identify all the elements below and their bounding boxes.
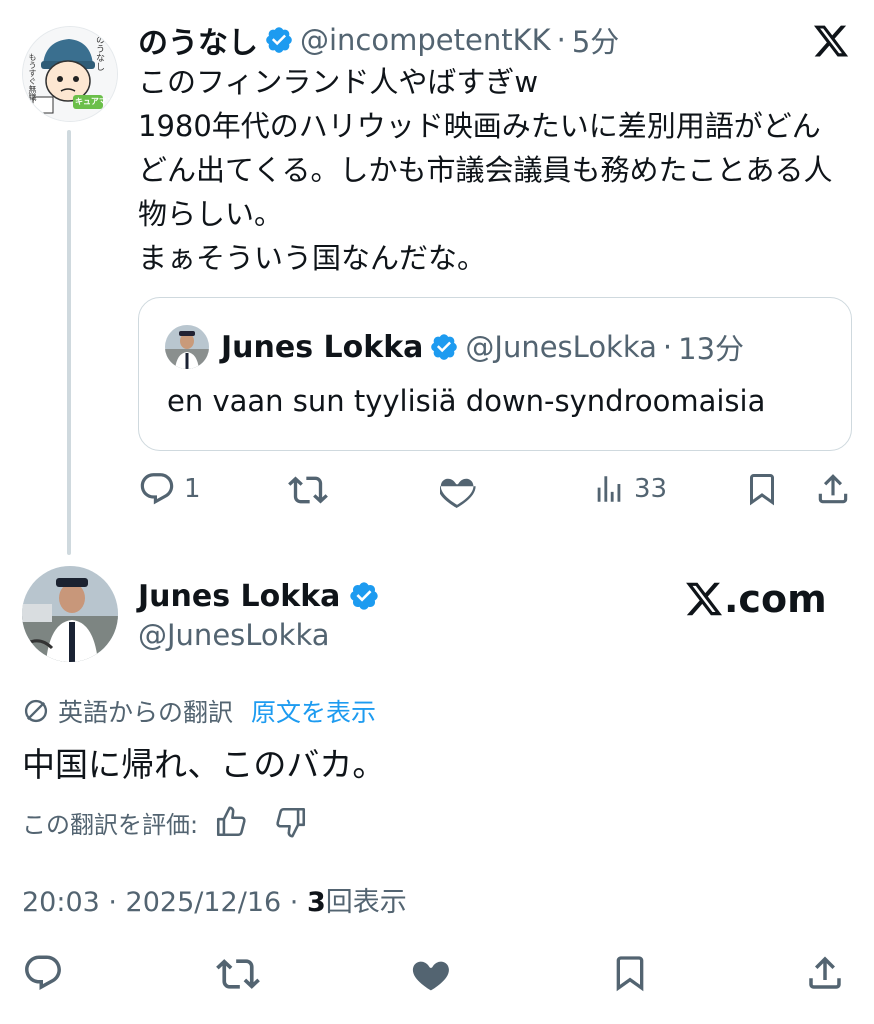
rate-translation: この翻訳を評価: <box>22 804 308 840</box>
main-like-button[interactable] <box>412 952 454 994</box>
quoted-tweet-text: en vaan sun tyylisiä down-syndroomaisia <box>167 384 766 418</box>
share-button[interactable] <box>814 470 852 508</box>
quoted-tweet-header: Junes Lokka @JunesLokka · 13分 <box>221 326 744 368</box>
main-author-handle[interactable]: @JunesLokka <box>138 618 330 652</box>
share-icon <box>809 956 841 989</box>
translation-label: 英語からの翻訳 <box>58 698 234 727</box>
author-handle[interactable]: @incompetentKK <box>300 23 551 57</box>
quoted-avatar-photo <box>165 325 209 369</box>
author-avatar[interactable]: のうなし もうすぐ無職 キュアマン <box>22 26 118 122</box>
reply-icon <box>140 473 174 505</box>
author-name[interactable]: のうなし <box>138 18 258 62</box>
retweet-button[interactable] <box>288 470 328 510</box>
reply-button[interactable]: 1 <box>138 470 201 508</box>
dot-separator: · <box>662 330 673 364</box>
tweet-timestamp[interactable]: 20:03 · 2025/12/16 · <box>22 887 307 918</box>
main-tweet: Junes Lokka @JunesLokka .com 英語からの翻訳 原文を… <box>0 560 874 1024</box>
like-icon <box>412 961 449 991</box>
thumbs-up-icon[interactable] <box>214 805 248 839</box>
main-retweet-button[interactable] <box>216 952 260 996</box>
tweet-time[interactable]: 5分 <box>572 19 619 61</box>
bookmark-icon <box>750 474 774 506</box>
dot-separator: · <box>556 23 566 57</box>
quoted-author-handle[interactable]: @JunesLokka <box>465 330 657 364</box>
tweet-meta: 20:03 · 2025/12/16 · 3回表示 <box>22 880 407 919</box>
main-avatar-photo <box>22 566 118 662</box>
like-icon <box>440 478 476 508</box>
quoted-tweet-card[interactable]: Junes Lokka @JunesLokka · 13分 en vaan su… <box>138 297 852 451</box>
retweet-icon <box>288 476 328 504</box>
views-button[interactable]: 33 <box>592 470 667 508</box>
avatar-caption-2: もうすぐ無職 <box>28 53 37 101</box>
quote-tweet[interactable]: のうなし もうすぐ無職 キュアマン のうなし @incompetentKK · … <box>0 0 874 560</box>
x-com-label: .com <box>724 577 827 621</box>
main-bookmark-button[interactable] <box>610 952 650 994</box>
translation-notice: 英語からの翻訳 原文を表示 <box>22 694 376 728</box>
avatar-caption: のうなし <box>94 35 104 71</box>
bookmark-icon <box>616 956 644 992</box>
reply-count: 1 <box>184 474 201 504</box>
views-icon <box>597 476 621 502</box>
share-icon <box>818 474 848 504</box>
retweet-icon <box>216 959 260 989</box>
avatar-badge-text: キュアマン <box>75 97 115 106</box>
rate-label: この翻訳を評価: <box>22 810 199 839</box>
quoted-author-name[interactable]: Junes Lokka <box>221 330 423 365</box>
like-button[interactable] <box>440 470 478 508</box>
bookmark-button[interactable] <box>744 470 780 508</box>
x-logo-icon <box>812 22 850 64</box>
x-logo-icon <box>686 582 723 616</box>
translated-tweet-text: 中国に帰れ、このバカ。 <box>22 745 386 784</box>
main-author-name[interactable]: Junes Lokka <box>138 579 340 614</box>
view-label: 回表示 <box>325 887 407 918</box>
tweet-text: このフィンランド人やばすぎw 1980年代のハリウッド映画みたいに差別用語がどん… <box>138 65 833 275</box>
main-share-button[interactable] <box>804 952 846 994</box>
quoted-author-avatar[interactable] <box>165 325 209 369</box>
x-com-watermark: .com <box>684 576 827 622</box>
main-author-avatar[interactable] <box>22 566 118 662</box>
thread-connector-line <box>67 130 71 555</box>
verified-badge-icon <box>348 580 380 612</box>
reply-icon <box>25 955 61 990</box>
view-number: 3 <box>306 887 326 918</box>
thumbs-down-icon[interactable] <box>274 805 308 839</box>
main-reply-button[interactable] <box>22 952 64 994</box>
view-count: 33 <box>634 474 668 504</box>
verified-badge-icon <box>429 332 459 362</box>
main-author-name-row: Junes Lokka <box>138 574 380 618</box>
quoted-tweet-time[interactable]: 13分 <box>678 326 744 368</box>
verified-badge-icon <box>264 25 294 55</box>
show-original-link[interactable]: 原文を表示 <box>251 693 376 729</box>
tweet-header: のうなし @incompetentKK · 5分 <box>138 18 619 62</box>
translate-icon <box>24 699 48 723</box>
